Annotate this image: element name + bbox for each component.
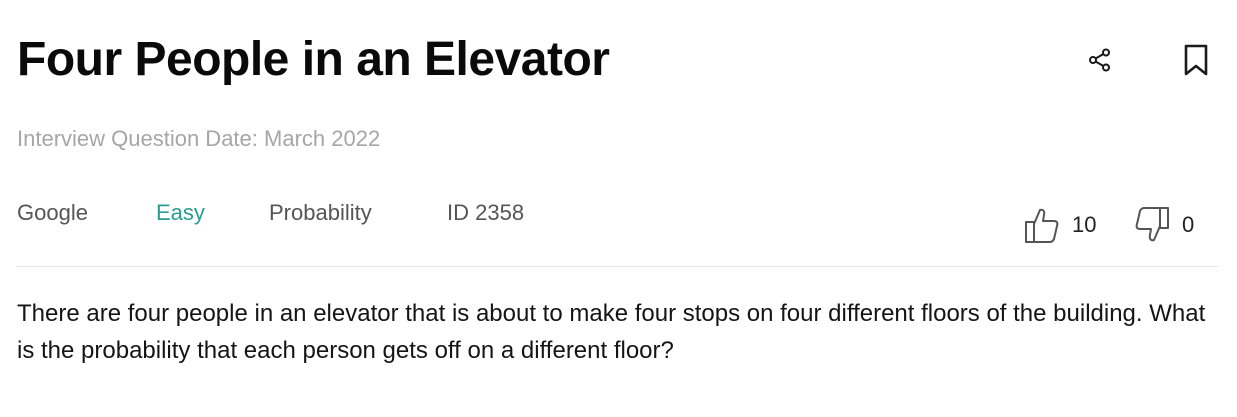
bookmark-button[interactable] xyxy=(1176,40,1216,80)
upvote-count: 10 xyxy=(1072,212,1097,237)
downvote-button[interactable]: 0 xyxy=(1134,206,1194,244)
share-icon xyxy=(1089,48,1110,72)
question-body: There are four people in an elevator tha… xyxy=(17,300,1206,364)
upvote-button[interactable]: 10 xyxy=(1024,206,1096,244)
thumbs-down-icon xyxy=(1135,207,1169,242)
share-button[interactable] xyxy=(1082,42,1118,78)
thumbs-up-icon xyxy=(1025,208,1059,243)
tag-difficulty[interactable]: Easy xyxy=(156,200,205,226)
bookmark-icon xyxy=(1184,44,1208,76)
page-title: Four People in an Elevator xyxy=(17,33,610,86)
vote-controls: 10 0 xyxy=(1020,206,1220,246)
downvote-count: 0 xyxy=(1182,212,1195,237)
question-date: Interview Question Date: March 2022 xyxy=(17,126,381,151)
question-id: ID 2358 xyxy=(447,200,525,225)
divider xyxy=(17,266,1218,267)
tag-company[interactable]: Google xyxy=(17,200,88,226)
tag-category[interactable]: Probability xyxy=(269,200,372,226)
